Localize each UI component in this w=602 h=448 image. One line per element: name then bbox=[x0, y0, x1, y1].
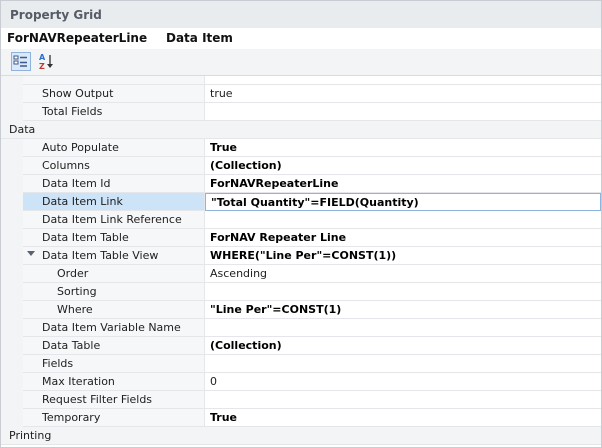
property-row-data-item-link-reference[interactable]: Data Item Link Reference bbox=[1, 211, 601, 229]
property-value[interactable]: WHERE("Line Per"=CONST(1)) bbox=[210, 249, 396, 262]
property-label: Sorting bbox=[57, 285, 97, 298]
property-row-temporary[interactable]: Temporary True bbox=[1, 409, 601, 427]
alphabetical-sort-button[interactable]: A Z bbox=[38, 52, 58, 71]
property-value[interactable]: ForNAV Repeater Line bbox=[210, 231, 346, 244]
selected-object-name: ForNAVRepeaterLine bbox=[7, 31, 148, 45]
sort-az-icon: A Z bbox=[39, 53, 53, 71]
selected-object-type: Data Item bbox=[166, 31, 233, 45]
category-row-data[interactable]: Data bbox=[1, 121, 601, 139]
panel-title-bar: Property Grid bbox=[1, 1, 601, 29]
property-row-sorting[interactable]: Sorting bbox=[1, 283, 601, 301]
property-label: Data Item Link Reference bbox=[42, 213, 182, 226]
category-label: Data bbox=[9, 123, 36, 136]
property-row-where[interactable]: Where "Line Per"=CONST(1) bbox=[1, 301, 601, 319]
property-grid-toolbar: A Z bbox=[1, 49, 601, 76]
property-row-data-table[interactable]: Data Table (Collection) bbox=[1, 337, 601, 355]
property-row-fields[interactable]: Fields bbox=[1, 355, 601, 373]
property-row-data-item-variable-name[interactable]: Data Item Variable Name bbox=[1, 319, 601, 337]
property-label: Where bbox=[57, 303, 93, 316]
property-label: Max Iteration bbox=[42, 375, 115, 388]
property-label: Data Item Table bbox=[42, 231, 129, 244]
property-label: Total Fields bbox=[42, 105, 103, 118]
property-row-data-item-link[interactable]: Data Item Link "Total Quantity"=FIELD(Qu… bbox=[1, 193, 601, 211]
value-quoted-part: "Total Quantity" bbox=[211, 196, 311, 209]
property-row-columns[interactable]: Columns (Collection) bbox=[1, 157, 601, 175]
property-row-auto-populate[interactable]: Auto Populate True bbox=[1, 139, 601, 157]
property-grid-panel: Property Grid ForNAVRepeaterLine Data It… bbox=[0, 0, 602, 448]
property-label: Data Item Id bbox=[42, 177, 111, 190]
property-label: Fields bbox=[42, 357, 74, 370]
svg-text:Z: Z bbox=[39, 62, 45, 71]
property-value-editor[interactable]: "Total Quantity"=FIELD(Quantity) bbox=[205, 193, 601, 211]
property-label: Order bbox=[57, 267, 89, 280]
property-row-max-iteration[interactable]: Max Iteration 0 bbox=[1, 373, 601, 391]
property-label: Data Item Variable Name bbox=[42, 321, 181, 334]
selected-object-bar[interactable]: ForNAVRepeaterLine Data Item bbox=[1, 28, 601, 50]
property-value[interactable]: (Collection) bbox=[210, 159, 282, 172]
property-row-show-output[interactable]: Show Output true bbox=[1, 85, 601, 103]
property-value[interactable]: True bbox=[210, 411, 237, 424]
property-row-data-item-table[interactable]: Data Item Table ForNAV Repeater Line bbox=[1, 229, 601, 247]
value-rest-part: =FIELD(Quantity) bbox=[310, 196, 419, 209]
property-label: Data Table bbox=[42, 339, 101, 352]
property-value[interactable]: true bbox=[210, 87, 233, 100]
property-value[interactable]: ForNAVRepeaterLine bbox=[210, 177, 338, 190]
svg-text:A: A bbox=[39, 53, 46, 62]
property-value[interactable]: "Total Quantity"=FIELD(Quantity) bbox=[211, 196, 419, 209]
property-label: Request Filter Fields bbox=[42, 393, 153, 406]
property-label: Show Output bbox=[42, 87, 114, 100]
property-label: Data Item Link bbox=[42, 195, 123, 208]
categorized-view-button[interactable] bbox=[11, 52, 31, 71]
collapse-chevron-icon[interactable] bbox=[27, 251, 35, 256]
category-row-printing[interactable]: Printing bbox=[1, 427, 601, 445]
property-value[interactable]: (Collection) bbox=[210, 339, 282, 352]
property-value[interactable]: "Line Per"=CONST(1) bbox=[210, 303, 341, 316]
property-label: Auto Populate bbox=[42, 141, 119, 154]
property-row-data-item-table-view[interactable]: Data Item Table View WHERE("Line Per"=CO… bbox=[1, 247, 601, 265]
property-label: Data Item Table View bbox=[42, 249, 159, 262]
category-label: Printing bbox=[9, 429, 52, 442]
panel-title: Property Grid bbox=[10, 8, 102, 22]
property-row-data-item-id[interactable]: Data Item Id ForNAVRepeaterLine bbox=[1, 175, 601, 193]
property-value[interactable]: Ascending bbox=[210, 267, 267, 280]
property-label: Columns bbox=[42, 159, 90, 172]
property-value[interactable]: 0 bbox=[210, 375, 217, 388]
property-label: Temporary bbox=[42, 411, 101, 424]
categorized-view-icon bbox=[13, 55, 27, 67]
property-row-request-filter-fields[interactable]: Request Filter Fields bbox=[1, 391, 601, 409]
property-row-order[interactable]: Order Ascending bbox=[1, 265, 601, 283]
property-row-total-fields[interactable]: Total Fields bbox=[1, 103, 601, 121]
property-grid: Show Output true Total Fields Data Auto … bbox=[1, 76, 601, 447]
property-value[interactable]: True bbox=[210, 141, 237, 154]
